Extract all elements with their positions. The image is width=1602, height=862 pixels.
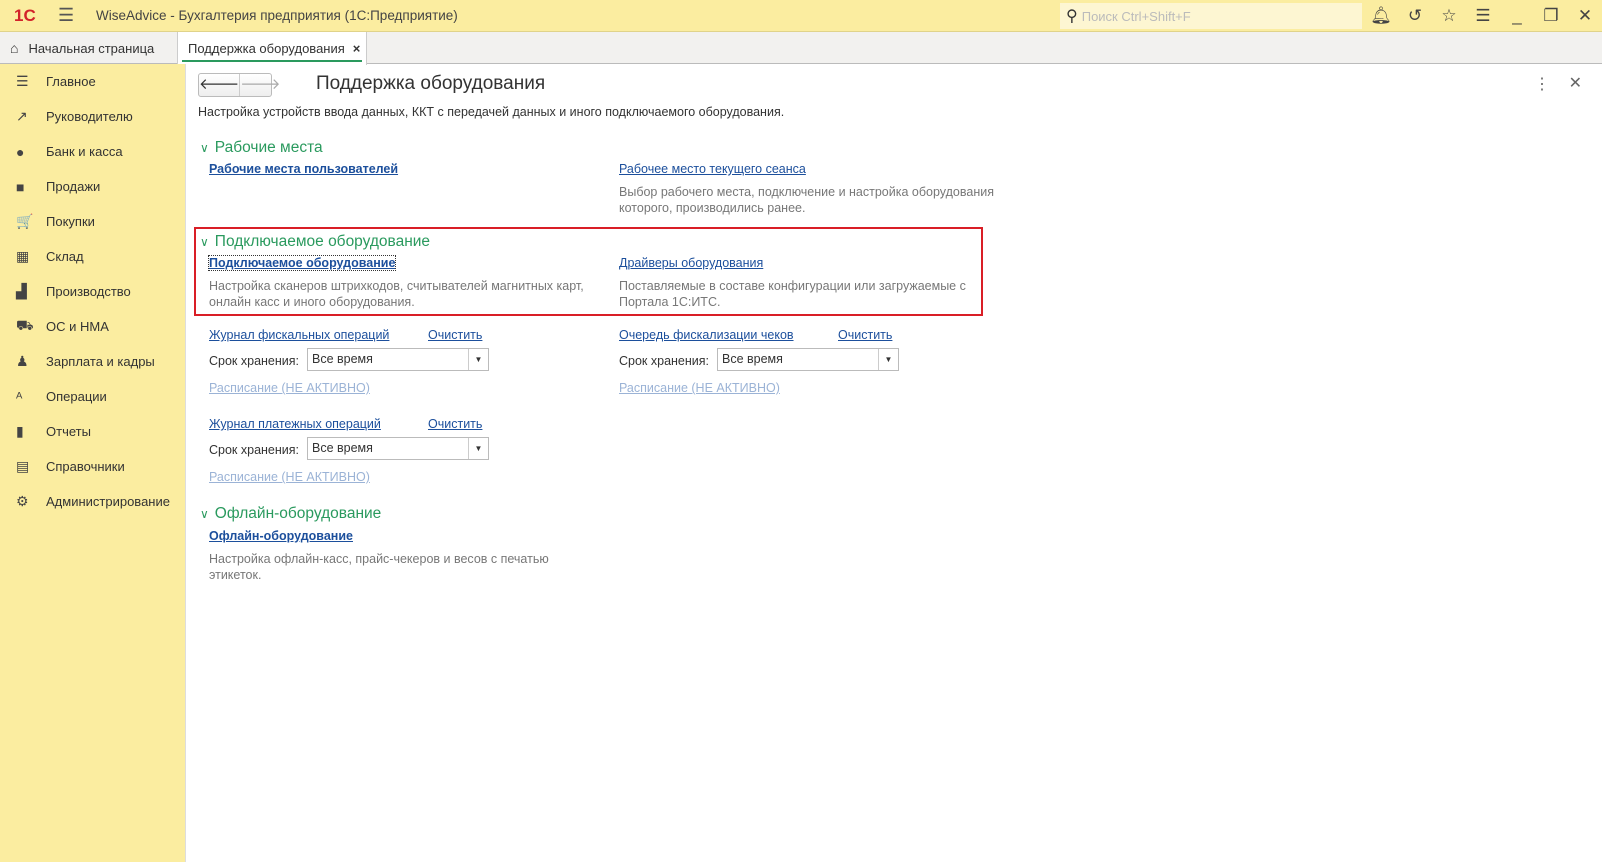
- bell-icon[interactable]: 🔔︎: [1364, 6, 1398, 26]
- section-icon: ♟: [16, 353, 29, 369]
- journal-link[interactable]: Очередь фискализации чеков: [619, 328, 794, 342]
- search-icon: ⚲: [1066, 8, 1078, 25]
- sidebar-item[interactable]: ♟ Зарплата и кадры: [0, 344, 185, 379]
- chevron-down-icon: ∨: [200, 507, 209, 521]
- sidebar-item[interactable]: ᴬ Операции: [0, 379, 185, 414]
- chevron-down-icon: ∨: [200, 141, 209, 155]
- sidebar-item[interactable]: ● Банк и касса: [0, 134, 185, 169]
- storage-label: Срок хранения:: [209, 443, 300, 457]
- close-page-icon[interactable]: ✕: [1569, 73, 1582, 93]
- sidebar-item[interactable]: ↗ Руководителю: [0, 99, 185, 134]
- page-title: Поддержка оборудования: [316, 73, 546, 94]
- star-icon[interactable]: ☆: [1432, 6, 1466, 26]
- tab-bar: ⌂ Начальная страница Поддержка оборудован…: [0, 32, 1602, 65]
- sidebar-item[interactable]: ▟ Производство: [0, 274, 185, 309]
- schedule-link[interactable]: Расписание (НЕ АКТИВНО): [209, 381, 370, 395]
- storage-select[interactable]: Все время ▼: [307, 437, 489, 460]
- minimize-icon[interactable]: _: [1500, 6, 1534, 26]
- section-icon: ᴬ: [16, 388, 23, 405]
- sidebar-item[interactable]: ■ Продажи: [0, 169, 185, 204]
- offline-equipment-link[interactable]: Офлайн-оборудование: [209, 529, 353, 543]
- chevron-down-icon: ∨: [200, 235, 209, 249]
- storage-label: Срок хранения:: [619, 354, 710, 368]
- current-workplace-link[interactable]: Рабочее место текущего сеанса: [619, 162, 806, 176]
- close-window-icon[interactable]: ✕: [1568, 6, 1602, 26]
- section-icon: ●: [16, 143, 25, 160]
- settings-menu-icon[interactable]: ☰: [1466, 6, 1500, 26]
- sidebar-item[interactable]: ▤ Справочники: [0, 449, 185, 484]
- title-bar: 1С ☰ WiseAdvice - Бухгалтерия предприяти…: [0, 0, 1602, 32]
- section-icon: ▮: [16, 423, 24, 439]
- sidebar-item[interactable]: ▮ Отчеты: [0, 414, 185, 449]
- journal-link[interactable]: Журнал платежных операций: [209, 417, 381, 431]
- drivers-desc: Поставляемые в составе конфигурации или …: [619, 279, 966, 309]
- schedule-link[interactable]: Расписание (НЕ АКТИВНО): [619, 381, 780, 395]
- storage-select[interactable]: Все время ▼: [307, 348, 489, 371]
- back-button[interactable]: 🡐: [199, 74, 239, 96]
- restore-icon[interactable]: ❐: [1534, 6, 1568, 26]
- drivers-link[interactable]: Драйверы оборудования: [619, 256, 763, 270]
- sidebar-item[interactable]: ▦ Склад: [0, 239, 185, 274]
- storage-label: Срок хранения:: [209, 354, 300, 368]
- offline-equipment-desc: Настройка офлайн-касс, прайс-чекеров и в…: [209, 552, 549, 582]
- sidebar-item[interactable]: ⚙ Администрирование: [0, 484, 185, 519]
- forward-button[interactable]: 🡒: [239, 74, 280, 96]
- connected-equipment-desc: Настройка сканеров штрихкодов, считывате…: [209, 279, 584, 309]
- section-icon: ⛟: [16, 317, 34, 333]
- section-icon: ▤: [16, 458, 30, 474]
- journal-link[interactable]: Журнал фискальных операций: [209, 328, 389, 342]
- storage-select[interactable]: Все время ▼: [717, 348, 899, 371]
- section-icon: ▟: [16, 283, 27, 299]
- dropdown-arrow-icon[interactable]: ▼: [468, 438, 488, 459]
- section-equipment[interactable]: ∨ Подключаемое оборудование: [200, 233, 430, 251]
- history-icon[interactable]: ↺: [1398, 6, 1432, 26]
- current-workplace-desc: Выбор рабочего места, подключение и наст…: [619, 185, 994, 215]
- dropdown-arrow-icon[interactable]: ▼: [878, 349, 898, 370]
- section-workplaces[interactable]: ∨ Рабочие места: [200, 139, 323, 157]
- sidebar-item[interactable]: 🛒 Покупки: [0, 204, 185, 239]
- nav-buttons: 🡐 🡒: [198, 73, 280, 97]
- sidebar: ☰ Главное ↗ Руководителю ● Банк и касса ■ Прода…: [0, 64, 186, 862]
- section-icon: ⚙: [16, 493, 29, 509]
- section-icon: ■: [16, 178, 25, 195]
- section-icon: ↗: [16, 108, 28, 124]
- 1c-logo: 1С: [14, 5, 36, 25]
- close-tab-icon[interactable]: ×: [353, 41, 361, 56]
- tab-home[interactable]: ⌂ Начальная страница: [10, 32, 154, 64]
- clear-link[interactable]: Очистить: [428, 328, 482, 342]
- more-icon[interactable]: ⋮: [1534, 74, 1550, 94]
- app-title: WiseAdvice - Бухгалтерия предприятия (1С…: [96, 8, 458, 23]
- sidebar-item[interactable]: ☰ Главное: [0, 64, 185, 99]
- user-workplaces-link[interactable]: Рабочие места пользователей: [209, 162, 398, 176]
- schedule-link[interactable]: Расписание (НЕ АКТИВНО): [209, 470, 370, 484]
- clear-link[interactable]: Очистить: [838, 328, 892, 342]
- connected-equipment-link[interactable]: Подключаемое оборудование: [207, 255, 397, 271]
- section-icon: ☰: [16, 73, 29, 89]
- sidebar-item[interactable]: ⛟ ОС и НМА: [0, 309, 185, 344]
- clear-link[interactable]: Очистить: [428, 417, 482, 431]
- page-description: Настройка устройств ввода данных, ККТ с …: [198, 105, 785, 119]
- section-offline[interactable]: ∨ Офлайн-оборудование: [200, 505, 381, 523]
- section-icon: 🛒: [16, 213, 34, 229]
- dropdown-arrow-icon[interactable]: ▼: [468, 349, 488, 370]
- section-icon: ▦: [16, 248, 30, 264]
- tab-equipment-support[interactable]: Поддержка оборудования ×: [177, 32, 367, 65]
- main-content: 🡐 🡒 Поддержка оборудования ⋮ ✕ Настройка …: [187, 64, 1602, 862]
- menu-icon[interactable]: ☰: [58, 5, 82, 26]
- home-icon: ⌂: [10, 40, 19, 56]
- search-input[interactable]: ⚲ Поиск Ctrl+Shift+F: [1060, 3, 1362, 29]
